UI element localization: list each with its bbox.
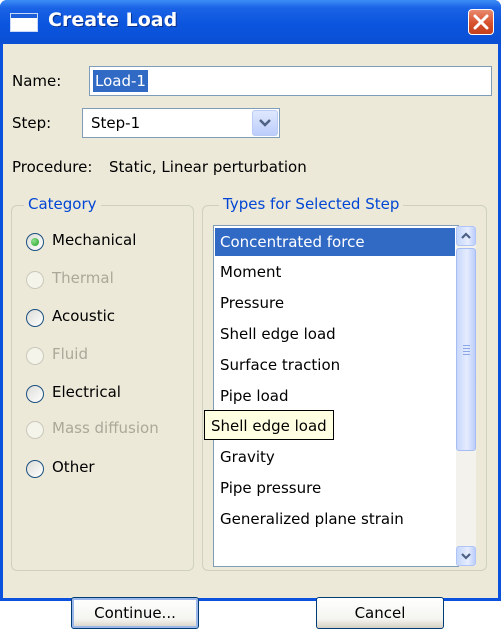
scroll-up-button[interactable] <box>456 226 476 246</box>
radio-label: Fluid <box>52 345 88 363</box>
radio-selected-dot <box>31 238 39 246</box>
close-button[interactable] <box>468 9 494 35</box>
radio-button[interactable] <box>26 233 44 251</box>
list-item[interactable]: Pressure <box>215 289 455 317</box>
radio-label: Mechanical <box>52 231 137 249</box>
radio-button[interactable] <box>26 460 44 478</box>
load-types-list[interactable]: Concentrated force Moment Pressure Shell… <box>213 225 459 567</box>
list-item[interactable]: Gravity <box>215 443 455 471</box>
scroll-thumb[interactable] <box>456 248 476 451</box>
radio-button <box>26 421 44 439</box>
window-icon <box>10 13 38 32</box>
list-item[interactable]: Pipe pressure <box>215 474 455 502</box>
radio-button[interactable] <box>26 309 44 327</box>
dialog-body: Name: Load-1 Step: Step-1 Procedure: Sta… <box>3 44 498 629</box>
radio-label: Thermal <box>52 269 114 287</box>
list-item[interactable]: Moment <box>215 258 455 286</box>
name-field[interactable]: Load-1 <box>89 66 492 96</box>
radio-label: Other <box>52 458 95 476</box>
radio-button[interactable] <box>26 385 44 403</box>
category-group: Category Mechanical Thermal Acoustic Flu… <box>11 195 194 571</box>
list-item[interactable]: Surface traction <box>215 351 455 379</box>
grip-line <box>463 348 470 349</box>
types-list-scrollbar[interactable] <box>456 226 476 566</box>
radio-button <box>26 347 44 365</box>
continue-button[interactable]: Continue... <box>71 597 199 629</box>
chevron-down-icon <box>259 119 271 127</box>
radio-label: Electrical <box>52 383 121 401</box>
close-icon <box>473 14 489 30</box>
list-item[interactable]: Shell edge load <box>215 320 455 348</box>
chevron-up-icon <box>461 232 471 239</box>
step-select[interactable]: Step-1 <box>82 108 280 138</box>
list-item[interactable]: Pipe load <box>215 382 455 410</box>
chevron-down-icon <box>461 553 471 560</box>
types-group-title: Types for Selected Step <box>219 195 404 213</box>
title-bar[interactable]: Create Load <box>0 0 501 44</box>
cancel-button[interactable]: Cancel <box>316 597 444 629</box>
list-item[interactable]: Concentrated force <box>215 228 455 256</box>
step-label: Step: <box>12 114 52 132</box>
scroll-down-button[interactable] <box>456 546 476 566</box>
radio-label: Acoustic <box>52 307 116 325</box>
step-dropdown-button[interactable] <box>252 110 278 136</box>
procedure-label: Procedure: <box>12 158 93 176</box>
radio-button <box>26 271 44 289</box>
dialog-title: Create Load <box>48 9 178 31</box>
step-select-value: Step-1 <box>91 114 141 132</box>
name-field-value: Load-1 <box>93 70 148 92</box>
name-label: Name: <box>12 72 62 90</box>
list-item[interactable]: Generalized plane strain <box>215 505 455 533</box>
grip-line <box>463 345 470 346</box>
create-load-dialog: Create Load Name: Load-1 Step: Step-1 Pr… <box>0 0 501 629</box>
radio-label: Mass diffusion <box>52 419 159 437</box>
grip-line <box>463 351 470 352</box>
grip-line <box>463 354 470 355</box>
category-group-title: Category <box>24 195 101 213</box>
procedure-value: Static, Linear perturbation <box>109 158 307 176</box>
tooltip: Shell edge load <box>204 410 334 440</box>
